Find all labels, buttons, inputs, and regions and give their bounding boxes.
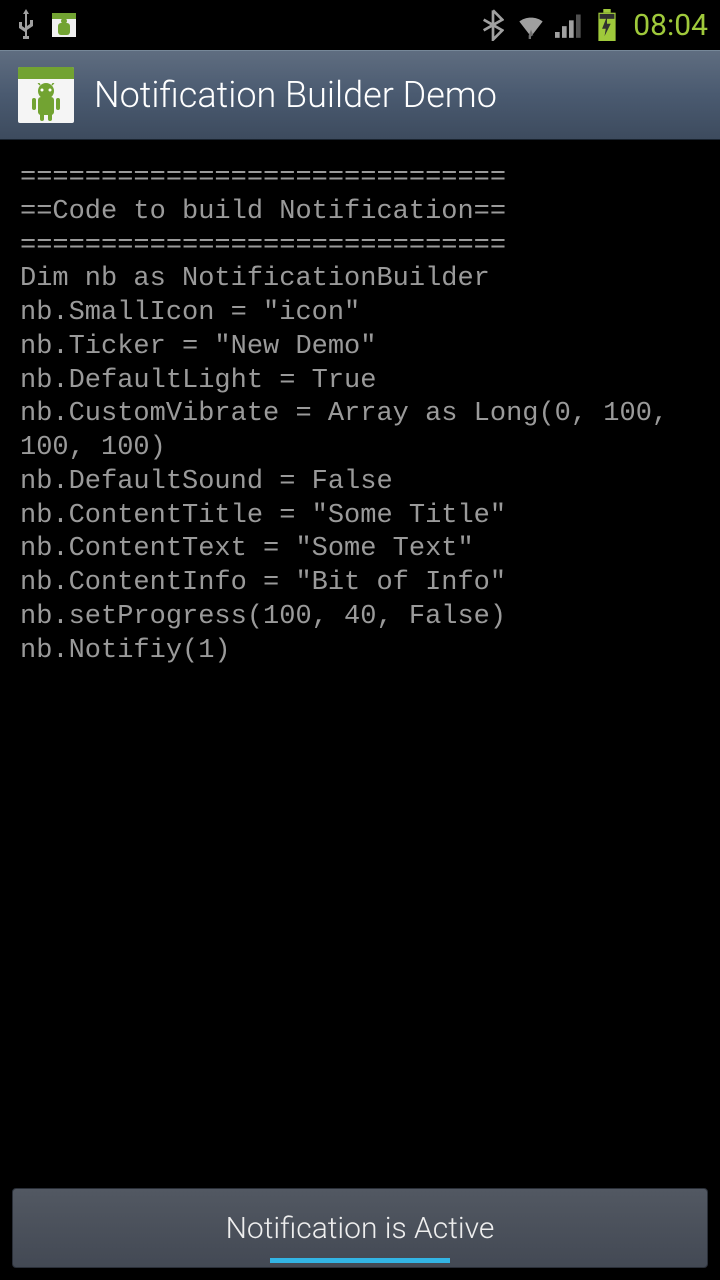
code-line: nb.CustomVibrate = Array as Long(0, 100,… xyxy=(20,399,684,463)
code-line: ============================== xyxy=(20,163,506,193)
action-bar: Notification Builder Demo xyxy=(0,50,720,140)
button-underline xyxy=(270,1258,450,1263)
app-icon[interactable] xyxy=(18,67,74,123)
status-bar[interactable]: 08:04 xyxy=(0,0,720,50)
bluetooth-icon xyxy=(479,11,507,39)
code-line: ============================== xyxy=(20,231,506,261)
code-line: Dim nb as NotificationBuilder xyxy=(20,264,490,294)
code-line: nb.Ticker = "New Demo" xyxy=(20,332,376,362)
code-line: nb.ContentInfo = "Bit of Info" xyxy=(20,568,506,598)
status-right: 08:04 xyxy=(479,8,708,43)
app-title: Notification Builder Demo xyxy=(94,74,497,116)
code-line: nb.ContentTitle = "Some Title" xyxy=(20,501,506,531)
code-line: nb.Notifiy(1) xyxy=(20,636,231,666)
code-line: nb.DefaultLight = True xyxy=(20,366,376,396)
status-time: 08:04 xyxy=(633,8,708,43)
code-line: ==Code to build Notification== xyxy=(20,197,506,227)
code-line: nb.SmallIcon = "icon" xyxy=(20,298,360,328)
app-notification-icon xyxy=(50,11,78,39)
code-line: nb.ContentText = "Some Text" xyxy=(20,534,474,564)
wifi-icon xyxy=(517,11,545,39)
code-line: nb.DefaultSound = False xyxy=(20,467,393,497)
battery-charging-icon xyxy=(593,11,621,39)
notification-status-button[interactable]: Notification is Active xyxy=(12,1188,708,1268)
signal-icon xyxy=(555,11,583,39)
usb-icon xyxy=(12,11,40,39)
code-line: nb.setProgress(100, 40, False) xyxy=(20,602,506,632)
notification-status-label: Notification is Active xyxy=(226,1211,495,1246)
code-display: ============================== ==Code to… xyxy=(0,140,720,690)
status-left xyxy=(12,11,78,39)
